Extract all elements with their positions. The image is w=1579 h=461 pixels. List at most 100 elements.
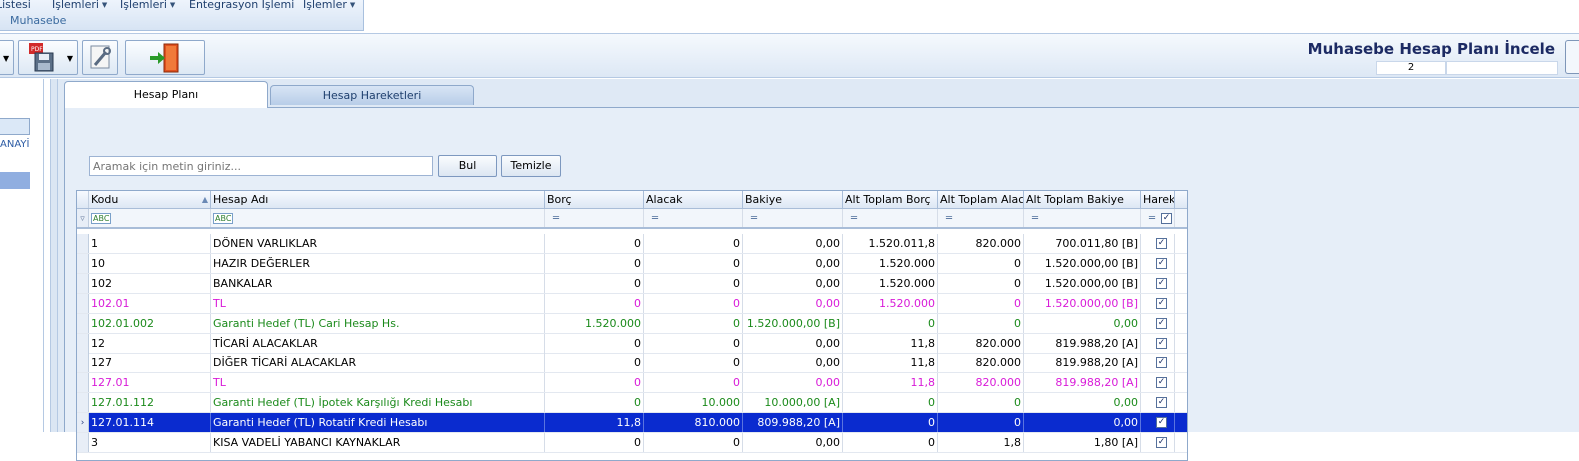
movement-checkbox[interactable]: ✓ — [1156, 318, 1167, 329]
filter-checkbox[interactable]: ✓ — [1161, 213, 1172, 224]
table-row[interactable]: 127DİĞER TİCARİ ALACAKLAR000,0011,8820.0… — [77, 353, 1187, 373]
movement-checkbox[interactable]: ✓ — [1156, 238, 1167, 249]
table-row[interactable]: 12TİCARİ ALACAKLAR000,0011,8820.000819.9… — [77, 334, 1187, 354]
grid-header-row: Kodu▲Hesap AdıBorçAlacakBakiye Alt Toplam… — [77, 191, 1187, 209]
tools-icon — [86, 43, 116, 73]
ribbon-menu-label: İşlemler — [303, 0, 347, 11]
tab-hesap-plani[interactable]: Hesap Planı — [64, 81, 268, 108]
tab-panel: Bul Temizle Kodu▲Hesap AdıBorçAlacakBaki… — [64, 107, 1579, 432]
table-row[interactable]: 102.01.002Garanti Hedef (TL) Cari Hesap … — [77, 314, 1187, 334]
cell-credit: 10.000 — [644, 393, 743, 412]
ribbon-bar: Listesiİşlemleri▼İşlemleri▼Entegrasyon İ… — [0, 0, 364, 31]
movement-checkbox[interactable]: ✓ — [1156, 298, 1167, 309]
dropdown-button[interactable]: ▼ — [0, 40, 14, 75]
table-row[interactable]: 102BANKALAR000,001.520.00001.520.000,00 … — [77, 274, 1187, 294]
cell-movement: ✓ — [1141, 433, 1175, 452]
panel-splitter[interactable] — [50, 79, 58, 432]
column-header-subtotal-balance[interactable]: Alt Toplam Bakiye — [1024, 191, 1141, 208]
export-button[interactable]: PDF ▼ — [18, 40, 78, 75]
table-row[interactable]: 3KISA VADELİ YABANCI KAYNAKLAR000,0001,8… — [77, 433, 1187, 453]
column-header-code[interactable]: Kodu▲ — [89, 191, 211, 208]
left-panel-item[interactable]: ANAYİ — [0, 139, 29, 150]
column-header-credit[interactable]: Alacak — [644, 191, 743, 208]
movement-checkbox[interactable]: ✓ — [1156, 357, 1167, 368]
cell-movement: ✓ — [1141, 274, 1175, 293]
cell-code: 127.01.114 — [89, 413, 211, 432]
ribbon-menu-item[interactable]: İşlemler▼ — [303, 0, 355, 11]
movement-checkbox[interactable]: ✓ — [1156, 377, 1167, 388]
filter-cell-code[interactable]: ABC — [89, 209, 211, 227]
chevron-down-icon: ▼ — [67, 54, 73, 63]
cell-account-name: Garanti Hedef (TL) Rotatif Kredi Hesabı — [211, 413, 545, 432]
cell-subtotal-credit: 0 — [938, 314, 1024, 333]
ribbon-menu-label: Entegrasyon İşlemi — [189, 0, 294, 11]
left-panel-selected-item[interactable] — [0, 172, 30, 189]
table-row[interactable]: 1DÖNEN VARLIKLAR000,001.520.011,8820.000… — [77, 234, 1187, 254]
movement-checkbox[interactable]: ✓ — [1156, 437, 1167, 448]
cell-balance: 0,00 — [743, 274, 843, 293]
cell-subtotal-debit: 0 — [843, 433, 938, 452]
movement-checkbox[interactable]: ✓ — [1156, 397, 1167, 408]
filter-cell-movement[interactable]: ═✓ — [1141, 209, 1175, 227]
filter-cell-debit[interactable]: ═ — [545, 209, 644, 227]
cell-code: 12 — [89, 334, 211, 353]
column-header-subtotal-credit[interactable]: Alt Toplam Alacak — [938, 191, 1024, 208]
cell-subtotal-credit: 0 — [938, 254, 1024, 273]
ribbon-menu-label: İşlemleri — [120, 0, 167, 11]
ribbon-menu-item[interactable]: Listesi — [0, 0, 31, 11]
table-row[interactable]: ›127.01.114Garanti Hedef (TL) Rotatif Kr… — [77, 413, 1187, 433]
cell-code: 127 — [89, 353, 211, 372]
right-panel-handle[interactable] — [1565, 40, 1579, 74]
table-row[interactable]: 127.01.112Garanti Hedef (TL) İpotek Karş… — [77, 393, 1187, 413]
filter-cell-balance[interactable]: ═ — [743, 209, 843, 227]
chevron-down-icon: ▼ — [350, 1, 355, 9]
ribbon-menu-item[interactable]: İşlemleri▼ — [52, 0, 107, 11]
cell-subtotal-credit: 0 — [938, 294, 1024, 313]
filter-cell-credit[interactable]: ═ — [644, 209, 743, 227]
ribbon-menu-item[interactable]: Entegrasyon İşlemi — [189, 0, 294, 11]
cell-code: 102.01 — [89, 294, 211, 313]
row-indicator: › — [77, 413, 89, 432]
movement-checkbox[interactable]: ✓ — [1156, 417, 1167, 428]
search-input[interactable] — [89, 156, 433, 176]
table-row[interactable]: 102.01TL000,001.520.00001.520.000,00 [B]… — [77, 294, 1187, 314]
movement-checkbox[interactable]: ✓ — [1156, 338, 1167, 349]
cell-subtotal-debit: 0 — [843, 314, 938, 333]
cell-debit: 0 — [545, 334, 644, 353]
row-indicator — [77, 274, 89, 293]
cell-balance: 0,00 — [743, 234, 843, 253]
cell-code: 127.01 — [89, 373, 211, 392]
exit-button[interactable] — [125, 40, 205, 75]
tab-hesap-hareketleri[interactable]: Hesap Hareketleri — [270, 85, 474, 105]
movement-checkbox[interactable]: ✓ — [1156, 258, 1167, 269]
filter-cell-subtotal-balance[interactable]: ═ — [1024, 209, 1141, 227]
account-grid: Kodu▲Hesap AdıBorçAlacakBakiye Alt Toplam… — [76, 190, 1188, 461]
ribbon-menu-item[interactable]: İşlemleri▼ — [120, 0, 175, 11]
cell-movement: ✓ — [1141, 254, 1175, 273]
column-header-debit[interactable]: Borç — [545, 191, 644, 208]
filter-cell-account-name[interactable]: ABC — [211, 209, 545, 227]
row-indicator — [77, 373, 89, 392]
table-row[interactable]: 10HAZIR DEĞERLER000,001.520.00001.520.00… — [77, 254, 1187, 274]
column-header-label: Alt Toplam Alacak — [940, 193, 1024, 206]
cell-subtotal-balance: 700.011,80 [B] — [1024, 234, 1141, 253]
table-row[interactable]: 127.01TL000,0011,8820.000819.988,20 [A]✓ — [77, 373, 1187, 393]
column-header-account-name[interactable]: Hesap Adı — [211, 191, 545, 208]
cell-balance: 10.000,00 [A] — [743, 393, 843, 412]
settings-button[interactable] — [82, 40, 118, 75]
row-indicator-header — [77, 191, 89, 208]
column-header-balance[interactable]: Bakiye — [743, 191, 843, 208]
filter-cell-subtotal-credit[interactable]: ═ — [938, 209, 1024, 227]
cell-subtotal-credit: 820.000 — [938, 234, 1024, 253]
column-header-movement[interactable]: Hareket▽ — [1141, 191, 1175, 208]
filter-cell-subtotal-debit[interactable]: ═ — [843, 209, 938, 227]
cell-code: 1 — [89, 234, 211, 253]
movement-checkbox[interactable]: ✓ — [1156, 278, 1167, 289]
clear-button[interactable]: Temizle — [501, 155, 561, 177]
column-header-subtotal-debit[interactable]: Alt Toplam Borç — [843, 191, 938, 208]
cell-movement: ✓ — [1141, 413, 1175, 432]
cell-movement: ✓ — [1141, 294, 1175, 313]
find-button[interactable]: Bul — [438, 155, 497, 177]
column-header-label: Bakiye — [745, 193, 782, 206]
cell-subtotal-balance: 819.988,20 [A] — [1024, 334, 1141, 353]
